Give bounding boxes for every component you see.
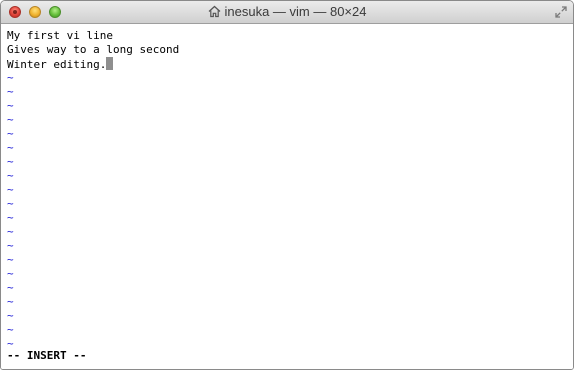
empty-line-marker: ~ xyxy=(7,267,14,280)
empty-line-marker: ~ xyxy=(7,141,14,154)
window-title: inesuka — vim — 80×24 xyxy=(224,4,367,19)
home-icon xyxy=(208,5,220,18)
empty-line-marker: ~ xyxy=(7,239,14,252)
text-cursor xyxy=(106,57,114,70)
empty-line-marker: ~ xyxy=(7,211,14,224)
empty-line-marker: ~ xyxy=(7,309,14,322)
empty-line-marker: ~ xyxy=(7,253,14,266)
terminal-window: inesuka — vim — 80×24 My first vi line Gi… xyxy=(0,0,574,370)
editor-text-line: My first vi line xyxy=(7,29,573,43)
title-bar[interactable]: inesuka — vim — 80×24 xyxy=(1,1,573,24)
window-title-container: inesuka — vim — 80×24 xyxy=(1,1,573,23)
editor-line-text: My first vi line xyxy=(7,29,113,42)
empty-line-marker: ~ xyxy=(7,169,14,182)
empty-line-marker: ~ xyxy=(7,225,14,238)
empty-line-marker: ~ xyxy=(7,281,14,294)
editor-text-line: Winter editing. xyxy=(7,57,573,71)
empty-line-marker: ~ xyxy=(7,113,14,126)
terminal-content[interactable]: My first vi line Gives way to a long seco… xyxy=(1,24,573,369)
editor-text-line: Gives way to a long second xyxy=(7,43,573,57)
empty-line-marker: ~ xyxy=(7,337,14,350)
editor-line-text: Gives way to a long second xyxy=(7,43,180,56)
empty-line-marker: ~ xyxy=(7,71,14,84)
empty-line-marker: ~ xyxy=(7,155,14,168)
empty-line-marker: ~ xyxy=(7,295,14,308)
fullscreen-icon[interactable] xyxy=(555,6,567,18)
editor-line-text: Winter editing. xyxy=(7,58,107,71)
empty-line-marker: ~ xyxy=(7,85,14,98)
empty-line-marker: ~ xyxy=(7,197,14,210)
mode-status: -- INSERT -- xyxy=(7,349,87,362)
empty-line-marker: ~ xyxy=(7,183,14,196)
empty-line-marker: ~ xyxy=(7,99,14,112)
empty-line-marker: ~ xyxy=(7,127,14,140)
editor-buffer[interactable]: My first vi line Gives way to a long seco… xyxy=(7,29,573,351)
empty-line-marker: ~ xyxy=(7,323,14,336)
